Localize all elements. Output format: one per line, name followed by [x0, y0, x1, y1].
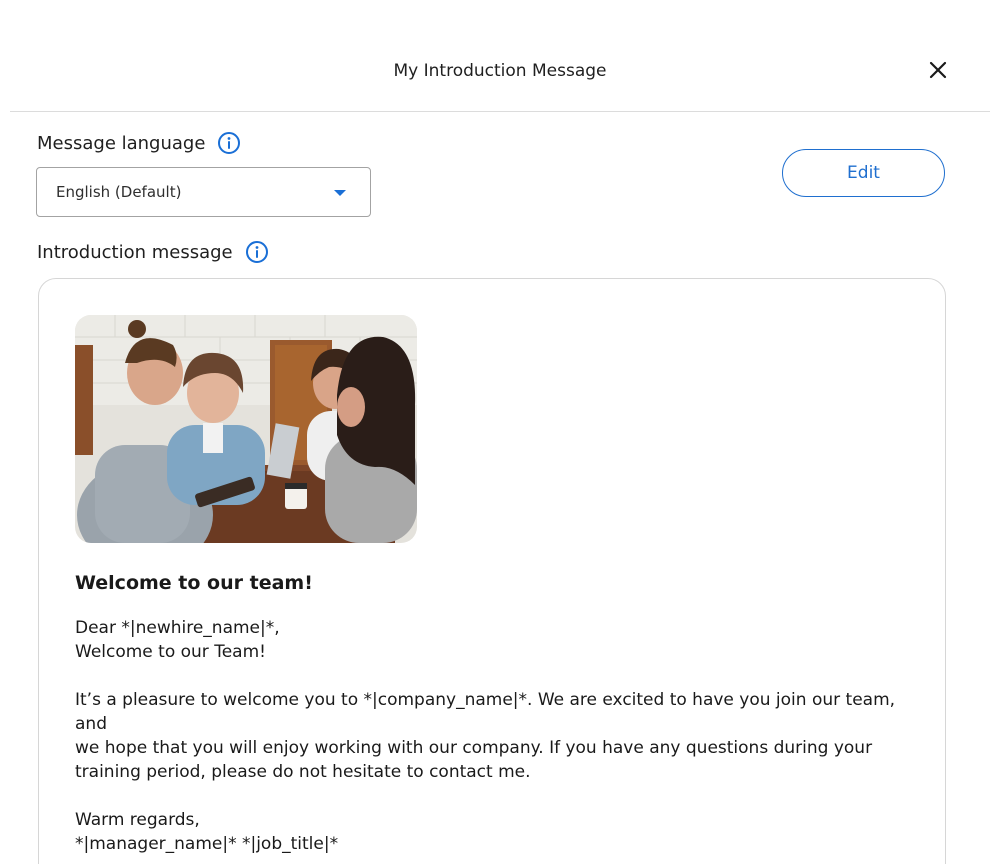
paragraph-line: training period, please do not hesitate … — [75, 762, 531, 782]
edit-button[interactable]: Edit — [782, 149, 945, 197]
message-heading: Welcome to our team! — [75, 572, 313, 594]
info-icon[interactable] — [245, 240, 269, 264]
introduction-message-label: Introduction message — [37, 241, 233, 263]
selected-language-value: English (Default) — [56, 183, 182, 201]
message-body: Dear *|newhire_name|*, Welcome to our Te… — [75, 616, 925, 856]
signoff-line: Warm regards, — [75, 810, 200, 830]
greeting-line: Dear *|newhire_name|*, — [75, 618, 280, 638]
message-preview-card: Welcome to our team! Dear *|newhire_name… — [38, 278, 946, 864]
caret-down-icon — [334, 190, 346, 196]
dialog-title: My Introduction Message — [393, 61, 607, 81]
close-button[interactable] — [927, 59, 949, 81]
message-language-label: Message language — [37, 132, 206, 154]
info-icon[interactable] — [217, 131, 241, 155]
dialog-header: My Introduction Message — [10, 0, 990, 112]
close-icon — [929, 61, 947, 79]
paragraph-line: It’s a pleasure to welcome you to *|comp… — [75, 690, 896, 734]
message-language-select[interactable]: English (Default) — [36, 167, 371, 217]
message-language-label-row: Message language — [37, 131, 241, 155]
signature-line: *|manager_name|* *|job_title|* — [75, 834, 339, 854]
team-photo — [75, 315, 417, 543]
introduction-message-label-row: Introduction message — [37, 240, 269, 264]
paragraph-line: we hope that you will enjoy working with… — [75, 738, 873, 758]
introduction-message-dialog: My Introduction Message Message language… — [0, 0, 1000, 864]
greeting-line: Welcome to our Team! — [75, 642, 266, 662]
